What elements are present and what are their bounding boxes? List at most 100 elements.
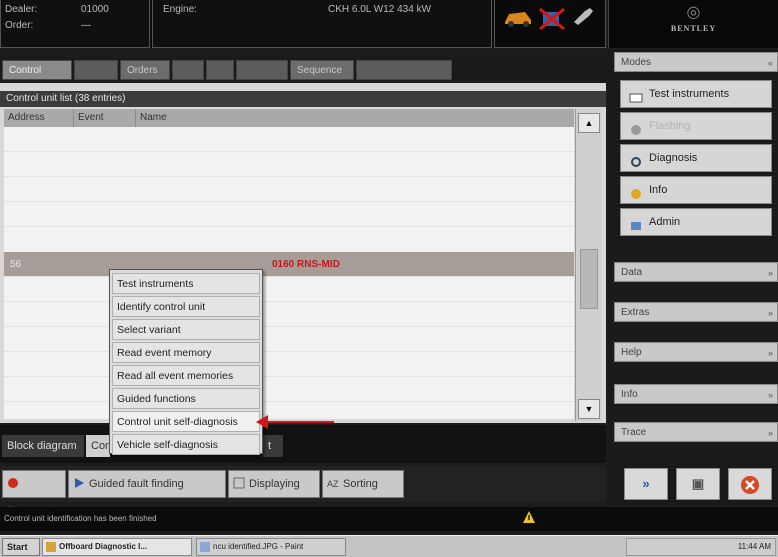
info-icon [629,184,643,199]
taskbar: Start Offboard Diagnostic I... ncu ident… [0,535,778,557]
menu-item-guided-functions[interactable]: Guided functions [112,388,260,409]
table-row[interactable] [4,327,574,352]
header-icons [494,0,606,48]
svg-text:AZ: AZ [327,479,339,489]
col-event[interactable]: Event [74,109,136,127]
guided-fault-finding-button[interactable]: Guided fault finding [68,470,226,498]
tab-blank-2[interactable] [172,60,204,80]
app-icon [46,542,56,552]
row-name: 0160 RNS-MID [272,259,340,270]
order-label: Order: [5,20,34,31]
tab-control-unit-list[interactable]: Con [86,435,111,457]
mode-flashing[interactable]: Flashing [620,112,772,140]
col-address[interactable]: Address [4,109,74,127]
dealer-label: Dealer: [5,4,38,15]
control-unit-panel: Control unit list (38 entries) Address E… [0,83,606,423]
dealer-info: Dealer: 01000 Order: — [0,0,150,48]
table-header: Address Event Name [4,109,574,127]
play-icon [73,473,85,488]
exit-icon[interactable] [728,468,772,500]
header-bar: Dealer: 01000 Order: — Engine: CKH 6.0L … [0,0,606,48]
brand-name: BENTLEY [670,24,717,33]
trace-section-header[interactable]: Trace» [614,422,778,442]
mode-admin[interactable]: Admin [620,208,772,236]
order-value: — [81,20,91,31]
table-row[interactable] [4,127,574,152]
sidebar-tools: » ▣ [614,464,778,504]
mode-info[interactable]: Info [620,176,772,204]
tab-block-diagram[interactable]: Block diagram [2,435,84,457]
main-tabs: Control units Orders Sequence [0,57,606,96]
engine-info: Engine: CKH 6.0L W12 434 kW [152,0,492,48]
table-row[interactable] [4,277,574,302]
diagnosis-icon [7,473,19,488]
menu-item-select-variant[interactable]: Select variant [112,319,260,340]
sort-icon: AZ [327,473,339,489]
warning-icon [523,511,535,523]
data-section-header[interactable]: Data» [614,262,778,282]
status-bar: Control unit identification has been fin… [0,507,778,531]
no-connection-icon [537,6,567,35]
scroll-thumb[interactable] [580,249,598,309]
tab-sequence[interactable]: Sequence [290,60,354,80]
menu-item-control-unit-self-diagnosis[interactable]: Control unit self-diagnosis [112,411,260,432]
menu-item-read-event-memory[interactable]: Read event memory [112,342,260,363]
tab-blank-5[interactable] [356,60,452,80]
taskbar-app-offboard[interactable]: Offboard Diagnostic I... [42,538,192,556]
mode-diagnosis[interactable]: Diagnosis [620,144,772,172]
tab-blank-3[interactable] [206,60,234,80]
tool-icon [571,6,595,29]
table-row[interactable] [4,177,574,202]
menu-item-vehicle-self-diagnosis[interactable]: Vehicle self-diagnosis [112,434,260,455]
car-icon [503,8,533,31]
col-name[interactable]: Name [136,109,574,127]
context-menu: Test instruments Identify control unit S… [109,269,263,455]
scroll-up-icon[interactable]: ▲ [578,113,600,133]
help-section-header[interactable]: Help» [614,342,778,362]
menu-item-read-all-event-memories[interactable]: Read all event memories [112,365,260,386]
list-scrollbar[interactable]: ▲ ▼ [575,109,601,421]
flash-icon [629,120,643,135]
tab-blank-1[interactable] [74,60,118,80]
modes-header[interactable]: Modes « [614,52,778,72]
engine-value: CKH 6.0L W12 434 kW [328,4,432,15]
tab-list[interactable]: t [263,435,283,457]
forward-icon[interactable]: » [624,468,668,500]
info-section-header[interactable]: Info» [614,384,778,404]
admin-icon [629,216,643,230]
table-row[interactable] [4,377,574,402]
tab-orders[interactable]: Orders [120,60,170,80]
table-row[interactable] [4,352,574,377]
window-icon[interactable]: ▣ [676,468,720,500]
diagnosis-button[interactable]: Diagnosis [2,470,66,516]
mode-test-instruments[interactable]: Test instruments [620,80,772,108]
gauge-icon [629,88,643,103]
taskbar-app-paint[interactable]: ncu identified.JPG - Paint [196,538,346,556]
displaying-button[interactable]: Displaying [228,470,320,498]
table-body: 56 0160 RNS-MID [4,127,574,419]
brand-area: ◎ BENTLEY [608,0,778,48]
table-row[interactable] [4,152,574,177]
tab-control-units[interactable]: Control units [2,60,72,96]
display-icon [233,473,245,489]
sorting-button[interactable]: AZ Sorting [322,470,404,498]
start-button[interactable]: Start [2,538,40,556]
status-message: Control unit identification has been fin… [4,514,157,523]
menu-item-test-instruments[interactable]: Test instruments [112,273,260,294]
extras-section-header[interactable]: Extras» [614,302,778,322]
table-row-selected[interactable]: 56 0160 RNS-MID [4,252,574,277]
table-row[interactable] [4,202,574,227]
clock: 11:44 AM [737,542,771,551]
stethoscope-icon [629,152,643,167]
list-title: Control unit list (38 entries) [0,91,606,107]
table-row[interactable] [4,302,574,327]
tab-blank-4[interactable] [236,60,288,80]
paint-icon [200,542,210,552]
scroll-down-icon[interactable]: ▼ [578,399,600,419]
right-sidebar: Modes « Test instruments Flashing Diagnos… [608,50,778,505]
engine-label: Engine: [163,4,197,15]
row-address: 56 [10,259,22,270]
system-tray: 11:44 AM [626,538,776,556]
menu-item-identify-control-unit[interactable]: Identify control unit [112,296,260,317]
dealer-value: 01000 [81,4,109,15]
